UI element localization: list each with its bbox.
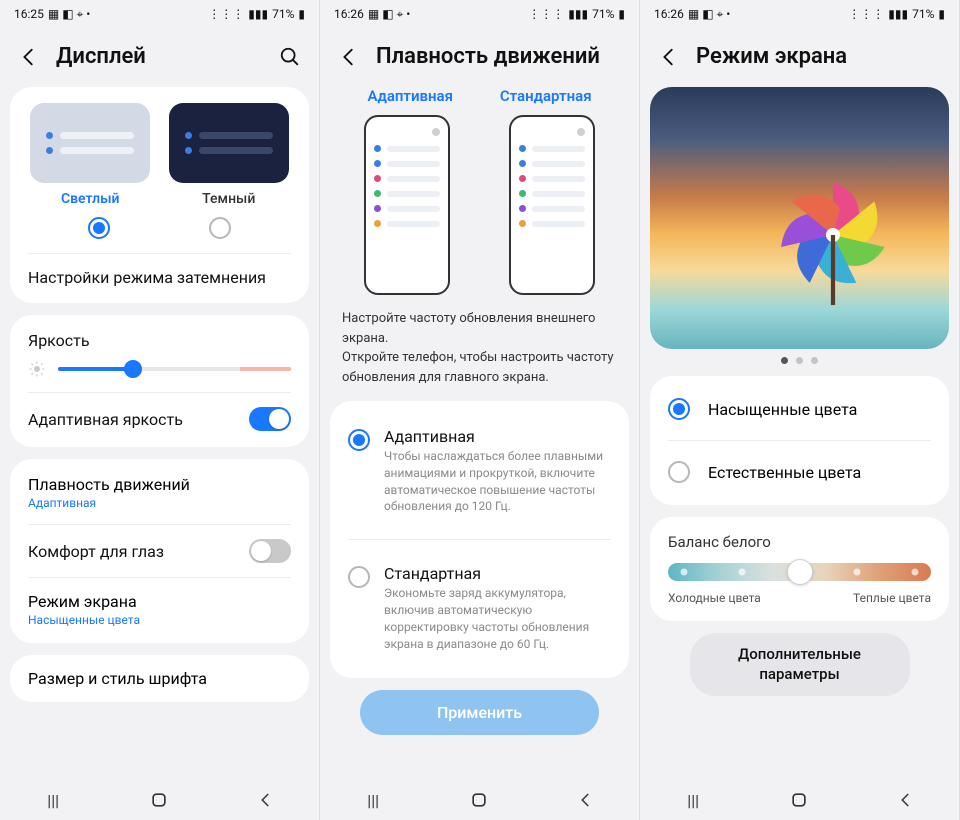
status-battery: 71% — [592, 7, 614, 21]
mode-vivid[interactable]: Насыщенные цвета — [668, 392, 931, 426]
nav-back[interactable] — [895, 789, 917, 811]
motion-smoothness-link[interactable]: Плавность движений Адаптивная — [28, 475, 291, 510]
pane-display: 16:25 ▦ ◧ ⌖ • ⋮⋮⋮ ▮▮▮ 71% ▮ Дисплей — [0, 0, 320, 820]
white-balance-title: Баланс белого — [668, 533, 931, 551]
radio-theme-light[interactable] — [88, 217, 110, 239]
battery-icon: ▮ — [298, 7, 305, 21]
adaptive-brightness-label: Адаптивная яркость — [28, 410, 183, 429]
display-options-card: Плавность движений Адаптивная Комфорт дл… — [10, 459, 309, 643]
page-title: Дисплей — [56, 44, 263, 69]
back-button[interactable] — [338, 46, 360, 68]
radio-vivid[interactable] — [668, 398, 690, 420]
status-time: 16:26 — [334, 7, 364, 21]
pane-motion: 16:26 ▦ ◧ ⌖ • ⋮⋮⋮ ▮▮▮ 71% ▮ Плавность дв… — [320, 0, 640, 820]
pager-dot[interactable] — [796, 357, 803, 364]
font-card[interactable]: Размер и стиль шрифта — [10, 655, 309, 702]
refresh-rate-headers: Адаптивная Стандартная — [344, 87, 615, 105]
radio-natural[interactable] — [668, 461, 690, 483]
back-button[interactable] — [658, 46, 680, 68]
wb-cold-label: Холодные цвета — [668, 591, 761, 605]
wifi-icon: ⋮⋮⋮ — [528, 7, 564, 21]
theme-label-light: Светлый — [61, 191, 120, 207]
nav-recent[interactable]: ||| — [42, 789, 64, 811]
status-bar: 16:25 ▦ ◧ ⌖ • ⋮⋮⋮ ▮▮▮ 71% ▮ — [0, 0, 319, 28]
status-bar: 16:26 ▦ ◧ ⌖ • ⋮⋮⋮ ▮▮▮ 71% ▮ — [640, 0, 959, 28]
option-adaptive[interactable]: Адаптивная Чтобы наслаждаться более плав… — [348, 417, 611, 525]
status-icons-left: ▦ ◧ ⌖ • — [48, 7, 90, 22]
nav-home[interactable] — [788, 789, 810, 811]
theme-card: Светлый Темный Настройки режима затемнен… — [10, 87, 309, 303]
pane-screen-mode: 16:26 ▦ ◧ ⌖ • ⋮⋮⋮ ▮▮▮ 71% ▮ Режим экрана — [640, 0, 960, 820]
signal-icon: ▮▮▮ — [568, 7, 588, 21]
darkmode-settings-link[interactable]: Настройки режима затемнения — [28, 268, 291, 287]
pager-dot[interactable] — [781, 357, 788, 364]
theme-label-dark: Темный — [202, 191, 255, 207]
theme-option-dark[interactable]: Темный — [167, 103, 292, 207]
status-time: 16:26 — [654, 7, 684, 21]
nav-home[interactable] — [468, 789, 490, 811]
nav-bar: ||| — [320, 780, 639, 820]
preview-pager[interactable] — [640, 357, 959, 364]
refresh-rate-description: Настройте частоту обновления внешнего эк… — [320, 309, 639, 401]
wb-warm-label: Теплые цвета — [853, 591, 931, 605]
white-balance-card: Баланс белого Холодные цвета Теплые цвет… — [650, 517, 949, 621]
theme-option-light[interactable]: Светлый — [28, 103, 153, 207]
nav-bar: ||| — [640, 780, 959, 820]
nav-back[interactable] — [255, 789, 277, 811]
more-settings-button[interactable]: Дополнительные параметры — [690, 633, 910, 696]
pager-dot[interactable] — [811, 357, 818, 364]
wifi-icon: ⋮⋮⋮ — [208, 7, 244, 21]
eye-comfort-label: Комфорт для глаз — [28, 542, 164, 561]
status-bar: 16:26 ▦ ◧ ⌖ • ⋮⋮⋮ ▮▮▮ 71% ▮ — [320, 0, 639, 28]
brightness-card: Яркость Адаптивная яркость — [10, 315, 309, 447]
adaptive-brightness-toggle[interactable] — [249, 407, 291, 431]
nav-recent[interactable]: ||| — [682, 789, 704, 811]
nav-bar: ||| — [0, 780, 319, 820]
eye-comfort-toggle[interactable] — [249, 539, 291, 563]
screen-mode-link[interactable]: Режим экрана Насыщенные цвета — [28, 592, 291, 627]
signal-icon: ▮▮▮ — [888, 7, 908, 21]
wifi-icon: ⋮⋮⋮ — [848, 7, 884, 21]
brightness-slider[interactable] — [58, 367, 291, 371]
phone-preview-adaptive — [364, 115, 450, 295]
color-preview-image[interactable] — [650, 87, 949, 349]
page-title: Плавность движений — [376, 44, 621, 69]
back-button[interactable] — [18, 46, 40, 68]
status-battery: 71% — [272, 7, 294, 21]
radio-theme-dark[interactable] — [209, 217, 231, 239]
radio-standard[interactable] — [348, 566, 370, 588]
phone-preview-standard — [509, 115, 595, 295]
brightness-title: Яркость — [28, 331, 291, 350]
mode-natural[interactable]: Естественные цвета — [668, 455, 931, 489]
search-button[interactable] — [279, 46, 301, 68]
nav-recent[interactable]: ||| — [362, 789, 384, 811]
brightness-icon — [28, 360, 46, 378]
nav-back[interactable] — [575, 789, 597, 811]
page-title: Режим экрана — [696, 44, 941, 69]
theme-preview-light — [30, 103, 150, 183]
refresh-rate-options: Адаптивная Чтобы наслаждаться более плав… — [330, 401, 629, 678]
nav-home[interactable] — [148, 789, 170, 811]
radio-adaptive[interactable] — [348, 429, 370, 451]
battery-icon: ▮ — [618, 7, 625, 21]
white-balance-slider[interactable] — [668, 563, 931, 581]
apply-button[interactable]: Применить — [360, 690, 599, 735]
pinwheel-icon — [763, 165, 903, 305]
status-time: 16:25 — [14, 7, 44, 21]
theme-preview-dark — [169, 103, 289, 183]
signal-icon: ▮▮▮ — [248, 7, 268, 21]
color-mode-card: Насыщенные цвета Естественные цвета — [650, 376, 949, 505]
battery-icon: ▮ — [938, 7, 945, 21]
status-icons-left: ▦ ◧ ⌖ • — [688, 7, 730, 22]
status-icons-left: ▦ ◧ ⌖ • — [368, 7, 410, 22]
option-standard[interactable]: Стандартная Экономьте заряд аккумулятора… — [348, 554, 611, 662]
status-battery: 71% — [912, 7, 934, 21]
